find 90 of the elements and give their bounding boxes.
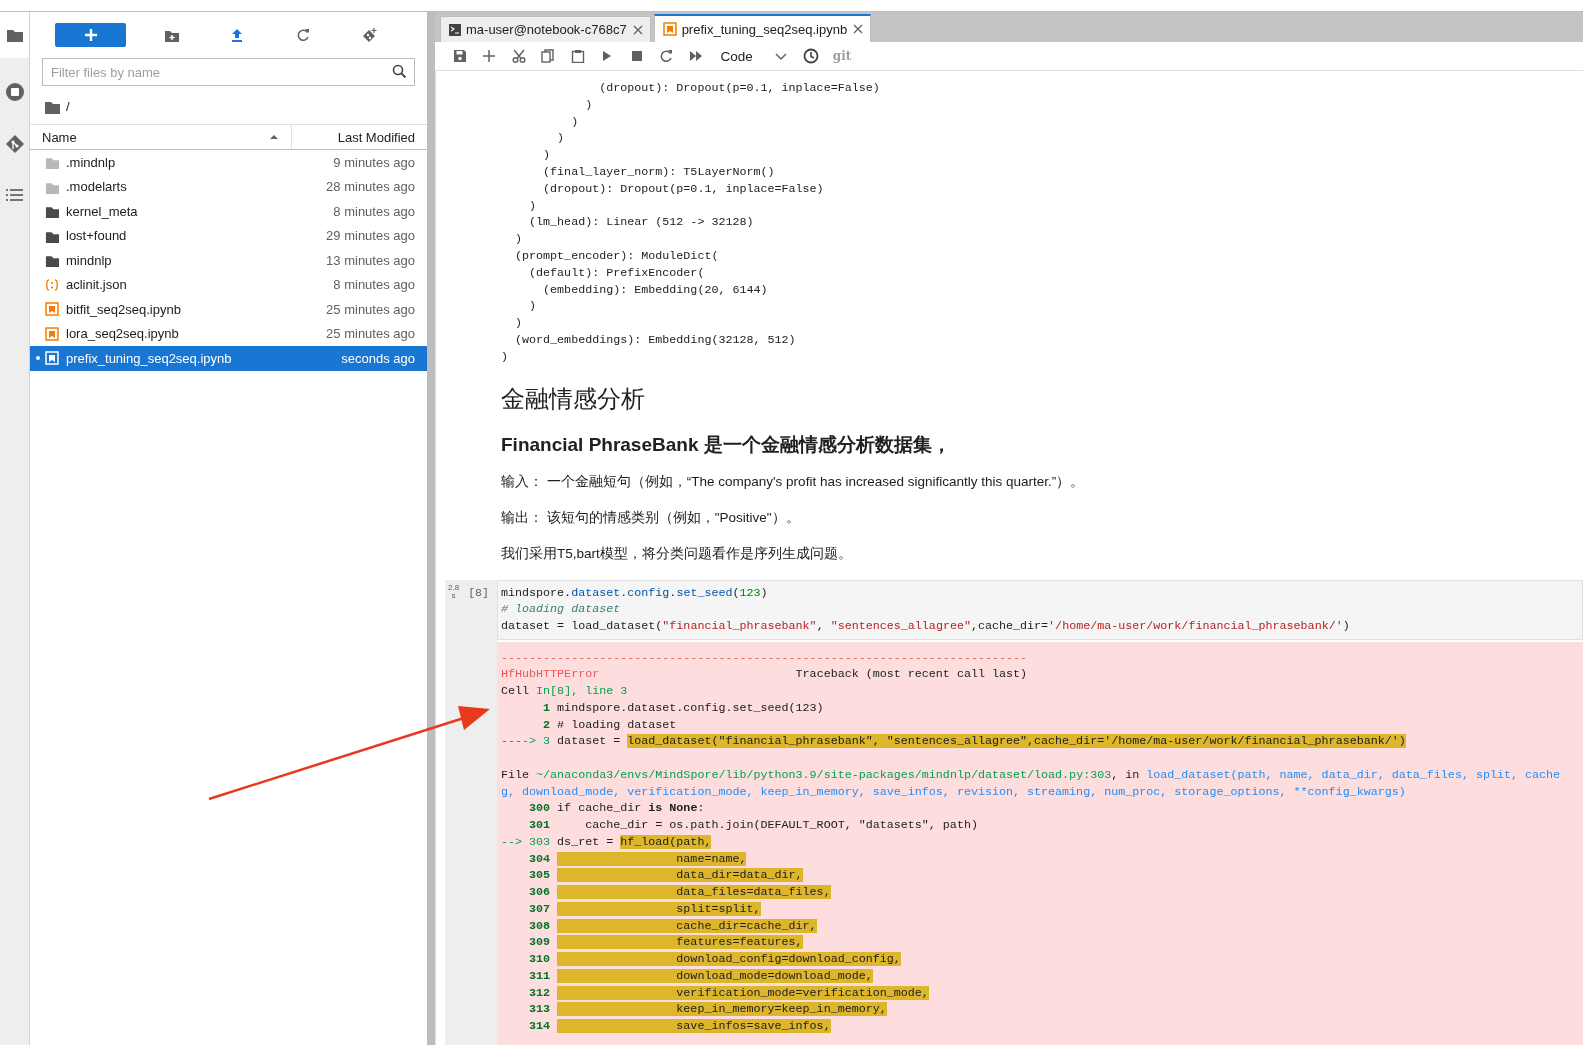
code-editor[interactable]: mindspore.dataset.config.set_seed(123) # loading dataset dataset = load_dataset("financial_phrasebank", "sentences_allagree",cache_dir='/home/ma-user/work/financial_phrasebank/')	[497, 579, 1583, 640]
markdown-subheading: Financial PhraseBank 是一个金融情感分析数据集，	[501, 432, 952, 457]
output-line: )	[556, 130, 566, 148]
output-line: )	[514, 231, 524, 248]
breadcrumb-path[interactable]: /	[66, 98, 70, 114]
traceback-line: 310 download_config=download_config,	[528, 951, 902, 968]
filter-files-field[interactable]: Filter files by name	[42, 58, 415, 86]
notebook-icon	[662, 22, 677, 36]
traceback-line: 307 split=split,	[528, 900, 762, 918]
stop-circle-icon[interactable]	[4, 82, 25, 102]
cell-type-dropdown[interactable]: Code	[716, 45, 791, 67]
column-header[interactable]: Last Modified	[292, 125, 427, 149]
file-row[interactable]: .mindnlp 9 minutes ago	[30, 150, 427, 175]
traceback-line: --> 303 ds_ret = hf_load(path,	[501, 833, 713, 851]
output-line: )	[514, 315, 524, 332]
copy-icon[interactable]	[541, 49, 556, 63]
file-row[interactable]: aclinit.json 8 minutes ago	[30, 272, 427, 297]
output-line: )	[542, 147, 552, 164]
git-clone-icon[interactable]	[361, 27, 377, 43]
output-line: )	[570, 113, 580, 131]
git-icon[interactable]	[4, 134, 25, 154]
output-line: (lm_head): Linear (512 -> 32128)	[528, 214, 755, 232]
output-line: (default): PrefixEncoder(	[528, 264, 706, 282]
clipboard-icon[interactable]	[570, 49, 585, 63]
traceback-line: 311 download_mode=download_mode,	[528, 967, 874, 985]
save-icon[interactable]	[452, 49, 467, 63]
markdown-paragraph: 输入： 一个金融短句（例如，“The company's profit has increased significantly this quarter.”）。	[501, 472, 1086, 491]
markdown-paragraph: 我们采用T5,bart模型，将分类问题看作是序列生成问题。	[501, 544, 853, 563]
close-icon[interactable]	[631, 23, 644, 36]
output-line: (final_layer_norm): T5LayerNorm()	[542, 164, 776, 181]
scissors-icon[interactable]	[511, 49, 526, 63]
traceback-line: 300 if cache_dir is None:	[528, 800, 706, 818]
output-line: )	[528, 197, 538, 215]
column-header[interactable]: Name	[30, 125, 292, 149]
restart-icon[interactable]	[659, 49, 674, 63]
file-row[interactable]: kernel_meta 8 minutes ago	[30, 199, 427, 224]
output-line: (word_embeddings): Embedding(32128, 512)	[514, 331, 797, 349]
file-row[interactable]: lora_seq2seq.ipynb 25 minutes ago	[30, 321, 427, 346]
traceback-line: 301 cache_dir = os.path.join(DEFAULT_ROOT, "datasets", path)	[528, 817, 979, 834]
json-file-icon	[45, 277, 59, 292]
terminal-icon	[449, 23, 461, 36]
file-row[interactable]: bitfit_seq2seq.ipynb 25 minutes ago	[30, 297, 427, 322]
traceback-line: File ~/anaconda3/envs/MindSpore/lib/python3.9/site-packages/mindnlp/dataset/load.py:303, in load_dataset(path, name, data_dir, data_files, split, cache	[501, 766, 1562, 784]
output-line: (embedding): Embedding(20, 6144)	[542, 281, 769, 299]
markdown-paragraph: 输出： 该短句的情感类别（例如，"Positive"）。	[501, 508, 801, 527]
upload-icon[interactable]	[229, 27, 245, 43]
close-icon[interactable]	[852, 23, 865, 35]
output-line: )	[501, 348, 509, 366]
new-launcher-button[interactable]	[55, 23, 126, 47]
traceback-line: 306 data_files=data_files,	[528, 884, 832, 901]
document-tab[interactable]: prefix_tuning_seq2seq.ipynb	[653, 14, 872, 42]
traceback-line: 309 features=features,	[528, 934, 804, 952]
folder-icon[interactable]	[5, 27, 24, 43]
plus-icon[interactable]	[482, 49, 497, 63]
file-row[interactable]: lost+found 29 minutes ago	[30, 223, 427, 248]
output-line: )	[584, 96, 594, 114]
traceback-line: 313 keep_in_memory=keep_in_memory,	[528, 1001, 888, 1019]
traceback-line: ---------------------------------------------------------------------------	[501, 649, 1029, 667]
traceback-line: 304 name=name,	[528, 850, 748, 868]
caret-down-icon	[774, 51, 787, 61]
traceback-line: 2 # loading dataset	[542, 716, 678, 734]
file-row[interactable]: mindnlp 13 minutes ago	[30, 248, 427, 273]
output-line: (dropout): Dropout(p=0.1, inplace=False)	[542, 180, 825, 198]
output-line: (prompt_encoder): ModuleDict(	[514, 247, 720, 265]
notebook-icon	[45, 302, 59, 317]
traceback-line: 314 save_infos=save_infos,	[528, 1018, 832, 1035]
document-tab[interactable]: ma-user@notebook-c768c7	[440, 16, 651, 42]
execution-time: 2.8 s	[448, 583, 460, 600]
notebook-icon	[45, 326, 59, 341]
stop-icon[interactable]	[629, 49, 644, 63]
output-line: )	[528, 298, 538, 316]
plus-icon	[83, 28, 98, 42]
notebook-icon	[45, 351, 59, 366]
traceback-line: 1 mindspore.dataset.config.set_seed(123)	[542, 699, 825, 717]
clock-icon[interactable]	[802, 48, 819, 64]
traceback-line: ----> 3 dataset = load_dataset("financial_phrasebank", "sentences_allagree",cache_dir='/home/ma-user/work/financial_phrasebank/')	[501, 733, 1407, 751]
search-icon	[392, 64, 407, 79]
traceback-line: Cell In[8], line 3	[501, 683, 629, 700]
traceback-line: 308 cache_dir=cache_dir,	[528, 917, 818, 935]
refresh-icon[interactable]	[295, 27, 311, 43]
traceback-line: 305 data_dir=data_dir,	[528, 867, 804, 885]
execution-count: [8]	[468, 584, 489, 599]
traceback-line: g, download_mode, verification_mode, keep_in_memory, save_infos, revision, streaming, num_proc, storage_options, **config_kwargs)	[501, 783, 1407, 801]
file-row[interactable]: .modelarts 28 minutes ago	[30, 174, 427, 199]
traceback-line: HfHubHTTPError Traceback (most recent call last)	[501, 666, 1029, 684]
output-line: (dropout): Dropout(p=0.1, inplace=False)	[598, 80, 881, 97]
traceback-line: 312 verification_mode=verification_mode,	[528, 984, 930, 1002]
file-row[interactable]: prefix_tuning_seq2seq.ipynb seconds ago	[30, 346, 427, 371]
markdown-heading: 金融情感分析	[501, 383, 646, 414]
fast-forward-icon[interactable]	[688, 49, 703, 63]
